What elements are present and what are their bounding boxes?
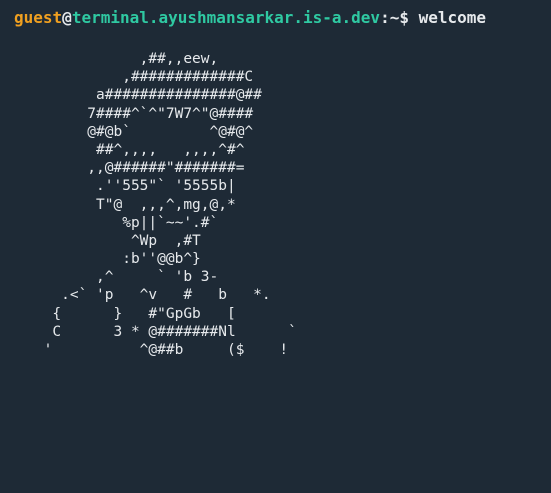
prompt-host: terminal.ayushmansarkar.is-a.dev: [71, 8, 381, 27]
ascii-art-line: :b''@@b^}: [0, 251, 201, 268]
prompt-at-sign: @: [62, 8, 72, 27]
ascii-art-line: ' ^@##b ($ !: [0, 342, 289, 358]
ascii-art-line: ##^,,,, ,,,,^#^: [0, 141, 245, 158]
prompt-user: guest: [14, 8, 63, 27]
ascii-art-line: ,##,,eew,: [0, 51, 219, 67]
ascii-art-line: ,#############C: [0, 69, 254, 86]
ascii-art-line: 7####^`^"7W7^"@####: [0, 105, 254, 122]
ascii-art-line: a###############@##: [0, 87, 262, 104]
ascii-art-line: .''555"` '5555b|: [0, 178, 236, 195]
prompt-separator: :~$: [380, 8, 409, 27]
prompt-line: guest@terminal.ayushmansarkar.is-a.dev:~…: [14, 8, 486, 28]
ascii-art-line: ^Wp ,#T: [0, 232, 201, 249]
ascii-art-line: ,,@######"#######=: [0, 160, 245, 177]
terminal-window[interactable]: guest@terminal.ayushmansarkar.is-a.dev:~…: [0, 0, 551, 493]
ascii-art-line: ,^ ` 'b 3-: [0, 269, 219, 286]
prompt-command: welcome: [418, 8, 487, 27]
ascii-art-line: %p||`~~'.#`: [0, 214, 219, 231]
ascii-art-line: .<` 'p ^v # b *.: [0, 287, 271, 304]
ascii-art-line: @#@b` ^@#@^: [0, 123, 254, 140]
ascii-art-line: T"@ ,,,^,mg,@,*: [0, 196, 236, 213]
ascii-art-line: C 3 * @#######Nl `: [0, 323, 297, 340]
ascii-art-output: ,##,,eew, ,#############C a#############…: [0, 50, 551, 359]
ascii-art-line: { } #"GpGb [: [0, 305, 236, 322]
